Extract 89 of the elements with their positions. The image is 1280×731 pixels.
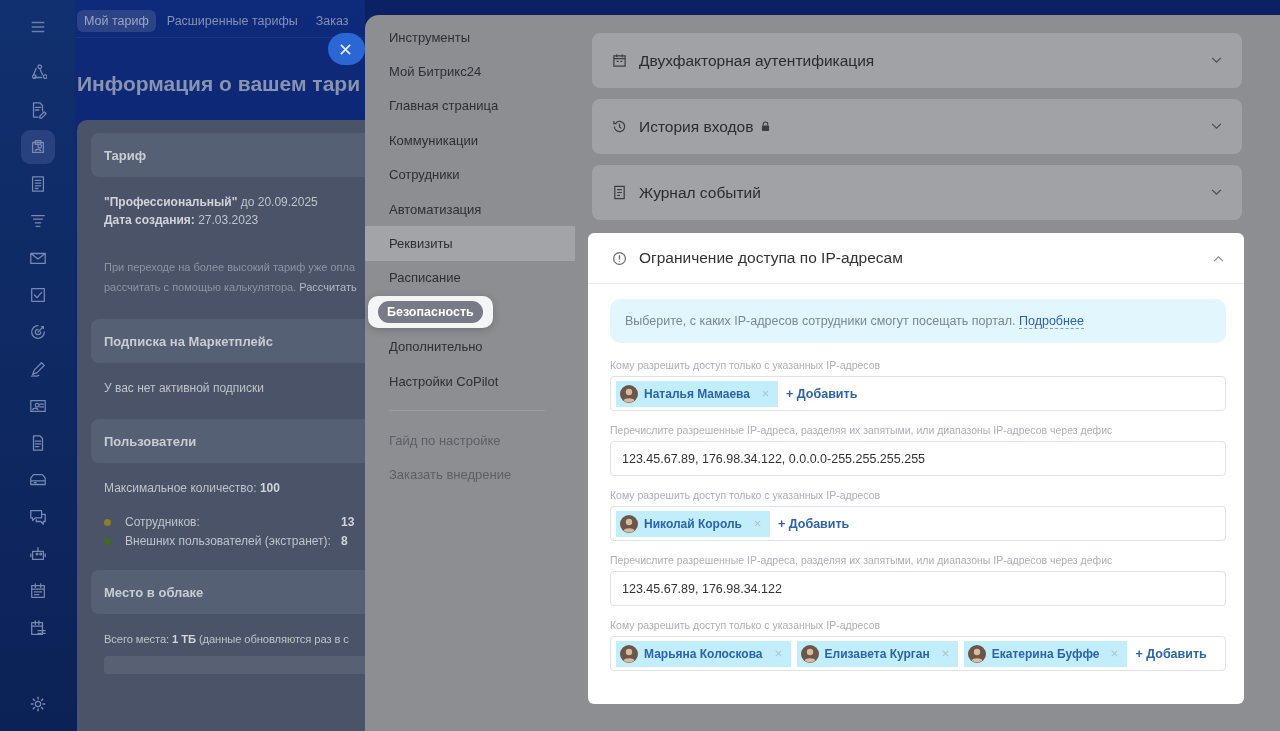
close-icon	[340, 43, 351, 55]
accordion-header[interactable]: История входов	[592, 99, 1242, 154]
section-title: Двухфакторная аутентификация	[639, 51, 875, 70]
top-tab[interactable]: Расширенные тарифы	[159, 10, 305, 32]
ip-address-field[interactable]: 123.45.67.89, 176.98.34.122	[610, 571, 1226, 606]
settings-icon[interactable]	[28, 695, 47, 713]
more-link[interactable]: Подробнее	[1019, 313, 1084, 329]
user-name: Наталья Мамаева	[644, 386, 750, 401]
avatar	[800, 644, 819, 663]
id-card-icon	[28, 397, 47, 415]
user-chip[interactable]: Марьяна Колоскова	[616, 640, 791, 667]
avatar	[620, 384, 638, 403]
settings-menu-item[interactable]: Безопасность	[378, 301, 483, 324]
plan-info-line: "Профессиональный" до 20.09.2025	[104, 194, 319, 211]
funnel-icon	[28, 212, 47, 230]
user-selector-field[interactable]: Марьяна Колоскова Елизавета Курган Екатерина Буффе + Добавить	[610, 636, 1226, 671]
field-label: Кому разрешить доступ только с указанных IP-адресов	[610, 489, 882, 501]
field-label: Кому разрешить доступ только с указанных IP-адресов	[610, 359, 882, 371]
add-user-link[interactable]: + Добавить	[1135, 646, 1207, 661]
user-chip[interactable]: Николай Король	[616, 510, 770, 537]
chat-icon	[28, 508, 47, 526]
page-title: Информация о вашем тари	[77, 72, 362, 97]
avatar	[967, 644, 986, 663]
chevron-down-icon	[1211, 189, 1222, 196]
note-text: При переходе на более высокий тариф уже опла	[104, 260, 357, 275]
calendar-icon	[28, 582, 47, 600]
document-icon	[612, 185, 627, 200]
nav-rail-button[interactable]	[20, 130, 55, 164]
settings-menu-item[interactable]: Реквизиты	[365, 226, 575, 261]
settings-menu-item[interactable]: Расписание	[365, 260, 575, 296]
robot-icon	[28, 545, 47, 563]
calculate-link[interactable]: Рассчитать	[299, 281, 357, 293]
field-label: Перечислите разрешенные IP-адреса, разделяя их запятыми, или диапазоны IP-адресов через дефис	[610, 554, 1114, 566]
pen-icon	[28, 360, 47, 378]
user-name: Елизавета Курган	[824, 646, 930, 661]
user-name: Николай Король	[644, 516, 742, 531]
section-header: Тариф	[91, 133, 365, 177]
settings-menu-item[interactable]: Автоматизация	[365, 191, 575, 227]
section-title: Журнал событий	[639, 183, 761, 202]
field-label: Кому разрешить доступ только с указанных IP-адресов	[610, 619, 882, 631]
settings-menu-item[interactable]: Настройки CoPilot	[365, 363, 575, 399]
info-text: Выберите, с каких IP-адресов сотрудники смогут посещать портал.	[625, 314, 1016, 328]
legend-value: 8	[341, 534, 348, 548]
legend-value: 13	[341, 515, 355, 529]
chevron-down-icon	[1211, 123, 1222, 130]
field-label: Перечислите разрешенные IP-адреса, разделяя их запятыми, или диапазоны IP-адресов через дефис	[610, 424, 1114, 436]
settings-menu-item[interactable]: Сотрудники	[365, 157, 575, 192]
info-icon	[612, 250, 627, 266]
settings-menu-item[interactable]: Мой Битрикс24	[365, 54, 575, 89]
user-name: Марьяна Колоскова	[644, 646, 763, 661]
legend-label: Сотрудников:	[125, 515, 201, 529]
calendar-icon	[612, 53, 627, 68]
history-icon	[612, 119, 627, 134]
ip-address-field[interactable]: 123.45.67.89, 176.98.34.122, 0.0.0.0-255.255.255.255	[610, 441, 1226, 476]
target-icon	[28, 323, 47, 341]
schedule-icon	[28, 619, 47, 637]
top-tab[interactable]: Заказ	[308, 10, 356, 32]
settings-menu-item[interactable]: Дополнительно	[365, 329, 575, 364]
section-title: Ограничение доступа по IP-адресам	[639, 249, 903, 267]
settings-menu-item[interactable]: Главная страница	[365, 88, 575, 124]
plan-info-line: Дата создания: 27.03.2023	[104, 212, 260, 229]
max-users-text: Максимальное количество: 100	[104, 480, 281, 497]
note-text: рассчитать с помощью калькулятора.	[104, 281, 297, 293]
user-chip[interactable]: Елизавета Курган	[796, 640, 958, 667]
legend-label: Внешних пользователей (экстранет):	[125, 534, 332, 548]
settings-menu-item[interactable]: Коммуникации	[365, 123, 575, 158]
checkbox-icon	[28, 286, 47, 304]
section-title: История входов	[639, 117, 754, 136]
user-selector-field[interactable]: Наталья Мамаева + Добавить	[610, 376, 1226, 411]
avatar	[620, 644, 638, 663]
chevron-up-icon	[1213, 254, 1224, 262]
top-tab[interactable]: Мой тариф	[77, 10, 156, 32]
section-header: Место в облаке	[91, 570, 365, 614]
accordion-header[interactable]: Ограничение доступа по IP-адресам	[588, 233, 1244, 284]
add-user-link[interactable]: + Добавить	[777, 516, 850, 531]
accordion-header[interactable]: Двухфакторная аутентификация	[592, 33, 1242, 88]
storage-text: Всего места: 1 ТБ (данные обновляются раз в с	[104, 632, 350, 647]
section-header: Пользователи	[91, 419, 365, 463]
user-name: Екатерина Буффе	[991, 646, 1100, 661]
settings-menu-item[interactable]: Инструменты	[365, 20, 575, 55]
avatar	[620, 514, 638, 533]
user-chip[interactable]: Екатерина Буффе	[963, 640, 1128, 667]
user-chip[interactable]: Наталья Мамаева	[616, 380, 778, 407]
subscription-status: У вас нет активной подписки	[104, 380, 265, 397]
accordion-header[interactable]: Журнал событий	[592, 165, 1242, 220]
section-header: Подписка на Маркетплейс	[91, 319, 365, 363]
chevron-down-icon	[1211, 57, 1222, 64]
user-selector-field[interactable]: Николай Король + Добавить	[610, 506, 1226, 541]
add-user-link[interactable]: + Добавить	[786, 386, 858, 401]
